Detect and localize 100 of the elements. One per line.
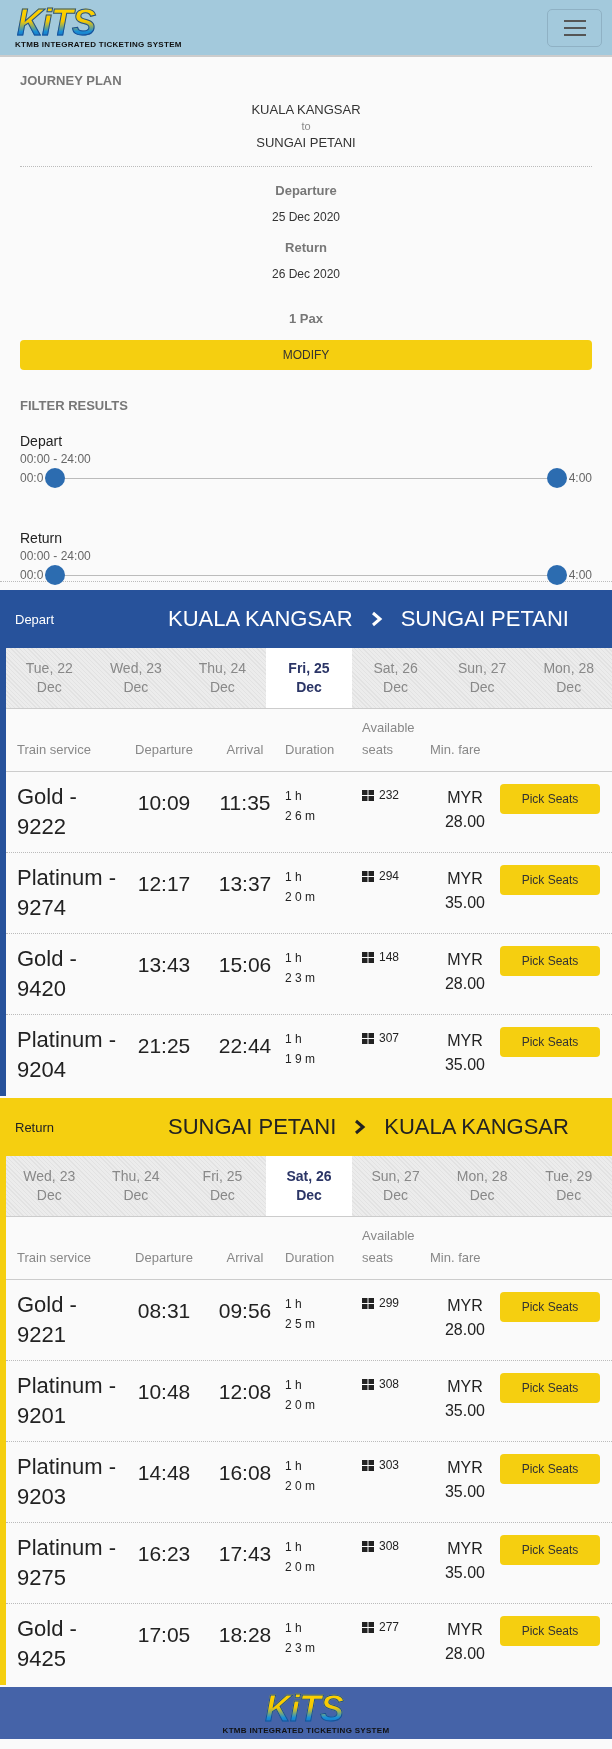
fare-currency: MYR bbox=[447, 788, 483, 808]
time-range: 00:00 - 24:00 bbox=[20, 549, 92, 563]
destination-station: KUALA KANGSAR bbox=[384, 1114, 569, 1140]
origin-station: KUALA KANGSAR bbox=[168, 606, 353, 632]
duration-minutes: 2 0 m bbox=[285, 1397, 315, 1414]
column-header: Min. fare bbox=[430, 741, 482, 759]
duration-minutes: 2 6 m bbox=[285, 808, 315, 825]
duration-hours: 1 h bbox=[285, 1620, 302, 1637]
duration-hours: 1 h bbox=[285, 1377, 302, 1394]
duration-minutes: 2 0 m bbox=[285, 1478, 315, 1495]
arrival-time: 11:35 bbox=[218, 790, 272, 816]
date-tab[interactable]: Fri, 25 Dec bbox=[265, 648, 353, 708]
seat-count: 299 bbox=[379, 1296, 400, 1310]
pick-seats-button[interactable]: Pick Seats bbox=[500, 1373, 600, 1403]
fare-amount: 28.00 bbox=[444, 1644, 485, 1664]
destination-station: SUNGAI PETANI bbox=[400, 606, 569, 632]
direction-label: Depart bbox=[15, 611, 56, 627]
fare-currency: MYR bbox=[447, 1377, 483, 1397]
column-header: Arrival bbox=[225, 741, 265, 759]
date-tab[interactable]: Sat, 26 Dec bbox=[265, 1156, 353, 1216]
seat-count: 148 bbox=[379, 950, 400, 964]
origin-station: KUALA KANGSAR bbox=[250, 102, 362, 117]
pick-seats-button[interactable]: Pick Seats bbox=[500, 1616, 600, 1646]
return-date: 26 Dec 2020 bbox=[270, 267, 342, 281]
slider-handle[interactable] bbox=[546, 468, 567, 488]
arrival-time: 12:08 bbox=[217, 1379, 273, 1405]
fare-currency: MYR bbox=[447, 950, 483, 970]
arrival-time: 22:44 bbox=[217, 1033, 273, 1059]
departure-time: 08:31 bbox=[136, 1298, 192, 1324]
section-heading: FILTER RESULTS bbox=[20, 398, 129, 413]
seat-grid-icon bbox=[362, 1032, 374, 1044]
seat-grid-icon bbox=[362, 1297, 374, 1309]
departure-time: 17:05 bbox=[136, 1622, 192, 1648]
departure-label: Departure bbox=[274, 183, 338, 198]
train-service: Platinum - 9274 bbox=[17, 864, 118, 922]
chevron-right-icon bbox=[370, 611, 383, 627]
seat-grid-icon bbox=[362, 1459, 374, 1471]
fare-currency: MYR bbox=[447, 1620, 483, 1640]
origin-station: SUNGAI PETANI bbox=[168, 1114, 337, 1140]
seat-grid-icon bbox=[362, 1621, 374, 1633]
pick-seats-button[interactable]: Pick Seats bbox=[500, 1454, 600, 1484]
max-time-label: 4:00 bbox=[568, 568, 592, 582]
modify-button[interactable]: MODIFY bbox=[20, 340, 592, 370]
pick-seats-button[interactable]: Pick Seats bbox=[500, 946, 600, 976]
departure-time: 10:09 bbox=[136, 790, 192, 816]
departure-time: 12:17 bbox=[136, 871, 192, 897]
departure-time: 21:25 bbox=[136, 1033, 192, 1059]
menu-icon bbox=[562, 18, 587, 37]
fare-amount: 35.00 bbox=[444, 1055, 485, 1075]
seat-count: 308 bbox=[379, 1539, 400, 1553]
pick-seats-button[interactable]: Pick Seats bbox=[500, 865, 600, 895]
passenger-count: 1 Pax bbox=[288, 311, 324, 326]
column-header: Arrival bbox=[225, 1249, 265, 1267]
slider-label: Depart bbox=[20, 433, 64, 449]
train-service: Gold - 9420 bbox=[17, 945, 78, 1003]
chevron-right-icon bbox=[354, 1119, 367, 1135]
time-range-slider[interactable] bbox=[45, 565, 567, 585]
seat-grid-icon bbox=[362, 1378, 374, 1390]
slider-handle[interactable] bbox=[546, 565, 567, 585]
fare-amount: 35.00 bbox=[444, 1563, 485, 1583]
pick-seats-button[interactable]: Pick Seats bbox=[500, 784, 600, 814]
duration-hours: 1 h bbox=[285, 788, 302, 805]
fare-currency: MYR bbox=[447, 1296, 483, 1316]
departure-time: 13:43 bbox=[136, 952, 192, 978]
column-header: Duration bbox=[285, 741, 336, 759]
fare-amount: 35.00 bbox=[444, 1482, 485, 1502]
column-header: Available seats bbox=[362, 719, 416, 759]
min-time-label: 00:0 bbox=[20, 568, 44, 582]
fare-currency: MYR bbox=[447, 869, 483, 889]
arrival-time: 17:43 bbox=[217, 1541, 273, 1567]
seat-count: 308 bbox=[379, 1377, 400, 1391]
arrival-time: 15:06 bbox=[217, 952, 273, 978]
logo-tagline: KTMB INTEGRATED TICKETING SYSTEM bbox=[222, 1725, 390, 1735]
max-time-label: 4:00 bbox=[568, 471, 592, 485]
column-header: Departure bbox=[134, 1249, 194, 1267]
duration-hours: 1 h bbox=[285, 869, 302, 886]
return-label: Return bbox=[284, 240, 328, 255]
pick-seats-button[interactable]: Pick Seats bbox=[500, 1535, 600, 1565]
slider-handle[interactable] bbox=[45, 468, 66, 488]
seat-count: 232 bbox=[379, 788, 400, 802]
duration-hours: 1 h bbox=[285, 1458, 302, 1475]
destination-station: SUNGAI PETANI bbox=[255, 135, 357, 150]
duration-minutes: 1 9 m bbox=[285, 1051, 315, 1068]
column-header: Departure bbox=[134, 741, 194, 759]
seat-count: 277 bbox=[379, 1620, 400, 1634]
column-header: Min. fare bbox=[430, 1249, 482, 1267]
pick-seats-button[interactable]: Pick Seats bbox=[500, 1292, 600, 1322]
slider-label: Return bbox=[20, 530, 64, 546]
column-header: Available seats bbox=[362, 1227, 416, 1267]
duration-hours: 1 h bbox=[285, 1539, 302, 1556]
departure-time: 10:48 bbox=[136, 1379, 192, 1405]
menu-button[interactable] bbox=[547, 8, 602, 47]
fare-currency: MYR bbox=[447, 1458, 483, 1478]
train-service: Gold - 9221 bbox=[17, 1291, 78, 1349]
slider-handle[interactable] bbox=[45, 565, 66, 585]
time-range: 00:00 - 24:00 bbox=[20, 452, 92, 466]
seat-grid-icon bbox=[362, 789, 374, 801]
column-header: Duration bbox=[285, 1249, 336, 1267]
pick-seats-button[interactable]: Pick Seats bbox=[500, 1027, 600, 1057]
duration-hours: 1 h bbox=[285, 1031, 302, 1048]
